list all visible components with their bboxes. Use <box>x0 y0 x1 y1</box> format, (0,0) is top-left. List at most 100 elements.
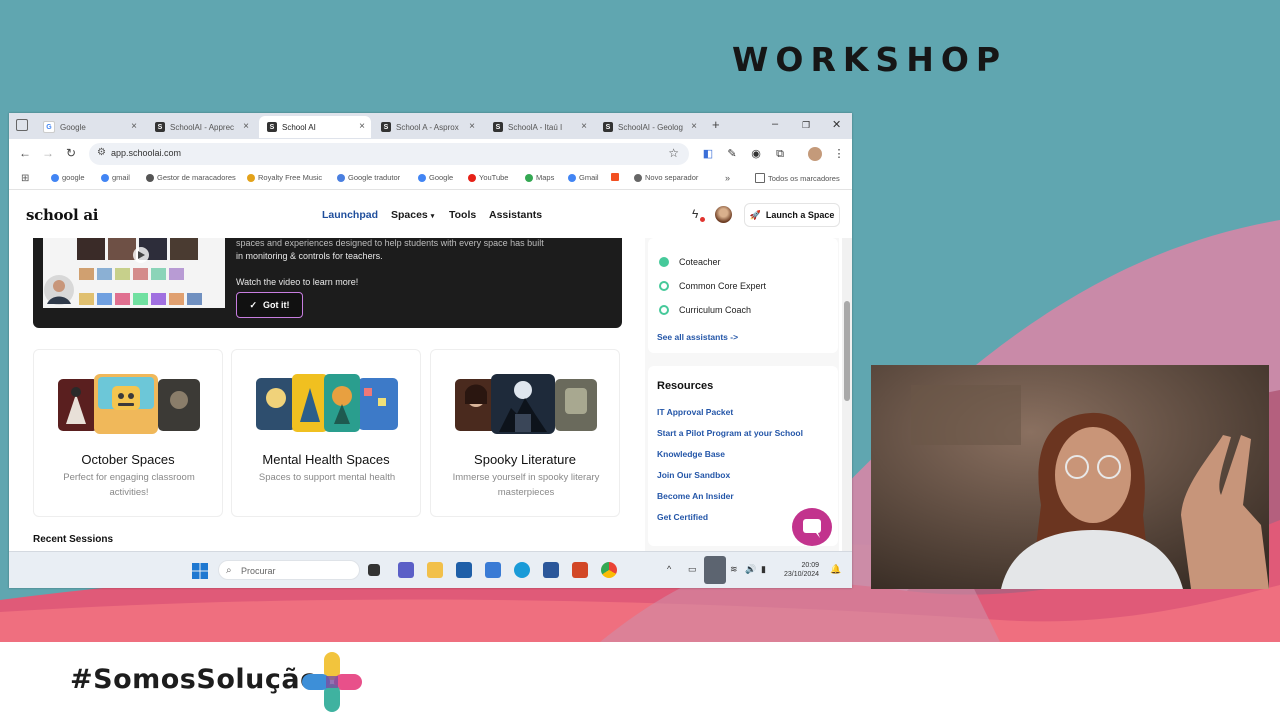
tab-schoolai-active[interactable]: S School AI × <box>259 116 371 138</box>
back-icon[interactable]: ← <box>19 146 31 160</box>
minimize-icon[interactable]: – <box>772 118 778 130</box>
site-info-icon[interactable]: ⚙ <box>97 147 106 158</box>
star-icon <box>146 173 154 182</box>
bookmark[interactable]: gmail <box>101 173 130 182</box>
assistant-coteacher[interactable]: Coteacher <box>659 257 721 267</box>
tab-label: School AI <box>282 122 316 132</box>
chat-button[interactable] <box>792 508 832 546</box>
see-all-assistants-link[interactable]: See all assistants -> <box>657 332 738 342</box>
close-window-icon[interactable]: ✕ <box>832 118 841 131</box>
restore-icon[interactable]: ❐ <box>802 120 810 131</box>
page-scrollbar[interactable] <box>842 238 852 551</box>
store-icon[interactable] <box>456 562 472 578</box>
menu-kebab-icon[interactable]: ⋮ <box>832 147 846 161</box>
tab-schoolai-4[interactable]: S SchoolA - Itaú I × <box>485 116 593 138</box>
assistant-common-core[interactable]: Common Core Expert <box>659 281 766 291</box>
bookmark[interactable]: Maps <box>525 173 554 182</box>
url-text[interactable]: app.schoolai.com <box>111 148 181 158</box>
tab-search-icon[interactable] <box>16 119 28 131</box>
microphone-icon[interactable] <box>704 556 726 584</box>
teams-icon[interactable] <box>398 562 414 578</box>
reload-icon[interactable]: ↻ <box>66 146 76 160</box>
nav-launchpad[interactable]: Launchpad <box>322 209 378 221</box>
wifi-icon[interactable]: ≋ <box>730 564 738 575</box>
scrollbar-thumb[interactable] <box>844 301 850 401</box>
close-icon[interactable]: × <box>469 121 475 132</box>
bookmark-star-icon[interactable]: ☆ <box>668 146 679 160</box>
tab-schoolai-5[interactable]: S SchoolAI - Geolog × <box>595 116 703 138</box>
mental-health-art <box>256 374 398 432</box>
translate-icon[interactable]: ◧ <box>701 147 715 161</box>
nav-assistants[interactable]: Assistants <box>489 209 542 221</box>
bookmark[interactable]: Novo separador <box>634 173 698 182</box>
bookmark[interactable]: Gmail <box>568 173 599 182</box>
chrome-icon[interactable] <box>601 562 617 578</box>
resource-link[interactable]: Get Certified <box>657 512 708 522</box>
bookmark[interactable]: Royalty Free Music <box>247 173 322 182</box>
nav-tools[interactable]: Tools <box>449 209 476 221</box>
close-icon[interactable]: × <box>359 121 365 132</box>
bookmark[interactable]: YouTube <box>468 173 508 182</box>
volume-icon[interactable]: 🔊 <box>745 564 756 575</box>
resource-link[interactable]: Knowledge Base <box>657 449 725 459</box>
new-tab-button[interactable]: + <box>712 117 720 132</box>
all-bookmarks-folder[interactable]: Todos os marcadores <box>755 173 840 183</box>
app-header: school ai Launchpad Spaces ▾ Tools Assis… <box>9 190 852 238</box>
google-icon <box>51 173 59 182</box>
got-it-button[interactable]: ✓ Got it! <box>236 292 303 318</box>
tab-google[interactable]: G Google × <box>35 116 143 138</box>
more-bookmarks-icon[interactable]: » <box>725 173 730 183</box>
show-hidden-icons[interactable]: ^ <box>667 564 671 574</box>
resource-link[interactable]: Become An Insider <box>657 491 734 501</box>
profile-avatar[interactable] <box>808 147 822 161</box>
close-icon[interactable]: × <box>243 121 249 132</box>
close-icon[interactable]: × <box>691 121 697 132</box>
space-card-spooky[interactable]: Spooky Literature Immerse yourself in sp… <box>430 349 620 517</box>
display-icon[interactable]: ▭ <box>688 564 697 575</box>
schoolai-logo[interactable]: school ai <box>26 206 98 224</box>
bookmark[interactable]: Gestor de maracadores <box>146 173 236 182</box>
clock[interactable]: 20:09 23/10/2024 <box>784 561 819 579</box>
bookmark[interactable]: google <box>51 173 85 182</box>
address-bar[interactable]: ⚙ app.schoolai.com ☆ <box>89 143 689 165</box>
battery-icon[interactable]: ▮ <box>761 564 766 575</box>
file-explorer-icon[interactable] <box>427 562 443 578</box>
powerpoint-icon[interactable] <box>572 562 588 578</box>
resource-link[interactable]: IT Approval Packet <box>657 407 733 417</box>
space-card-october[interactable]: October Spaces Perfect for engaging clas… <box>33 349 223 517</box>
card-title: October Spaces <box>81 452 175 467</box>
apps-grid-icon[interactable]: ⊞ <box>21 173 29 184</box>
taskbar-search[interactable]: ⌕ Procurar <box>218 560 360 580</box>
card-description: Spaces to support mental health <box>258 472 396 483</box>
google-icon <box>418 173 426 182</box>
resource-link[interactable]: Join Our Sandbox <box>657 470 730 480</box>
extension-icon-2[interactable]: ◉ <box>749 147 763 161</box>
slide-title: WORKSHOP <box>732 40 1008 79</box>
windows-start-icon[interactable] <box>192 563 208 579</box>
tab-schoolai-3[interactable]: S School A - Asprox × <box>373 116 481 138</box>
user-avatar[interactable] <box>715 206 732 223</box>
extension-icon[interactable]: ✎ <box>725 147 739 161</box>
lightning-icon[interactable]: ϟ <box>692 207 698 221</box>
bookmark[interactable]: Google tradutor <box>337 173 400 182</box>
windows-taskbar: ⌕ Procurar ^ ▭ ≋ 🔊 ▮ 20:09 23/10/2024 🔔 <box>9 551 852 588</box>
resource-link[interactable]: Start a Pilot Program at your School <box>657 428 803 438</box>
video-thumbnail[interactable] <box>43 238 225 308</box>
launch-space-button[interactable]: 🚀 Launch a Space <box>744 203 840 227</box>
assistant-curriculum-coach[interactable]: Curriculum Coach <box>659 305 751 315</box>
bookmark[interactable]: Google <box>418 173 453 182</box>
edge-icon[interactable] <box>514 562 530 578</box>
task-view-icon[interactable] <box>368 564 380 576</box>
close-icon[interactable]: × <box>131 121 137 132</box>
close-icon[interactable]: × <box>581 121 587 132</box>
space-card-mental-health[interactable]: Mental Health Spaces Spaces to support m… <box>231 349 421 517</box>
photos-icon[interactable] <box>485 562 501 578</box>
notifications-icon[interactable]: 🔔 <box>830 564 841 575</box>
forward-icon[interactable]: → <box>42 146 54 160</box>
bookmark[interactable] <box>611 173 622 181</box>
nav-spaces[interactable]: Spaces ▾ <box>391 209 434 221</box>
chat-bubble-icon <box>803 519 821 538</box>
tab-schoolai-1[interactable]: S SchoolAI - Apprec × <box>147 116 255 138</box>
word-icon[interactable] <box>543 562 559 578</box>
extensions-puzzle-icon[interactable]: ⧉ <box>773 147 787 161</box>
